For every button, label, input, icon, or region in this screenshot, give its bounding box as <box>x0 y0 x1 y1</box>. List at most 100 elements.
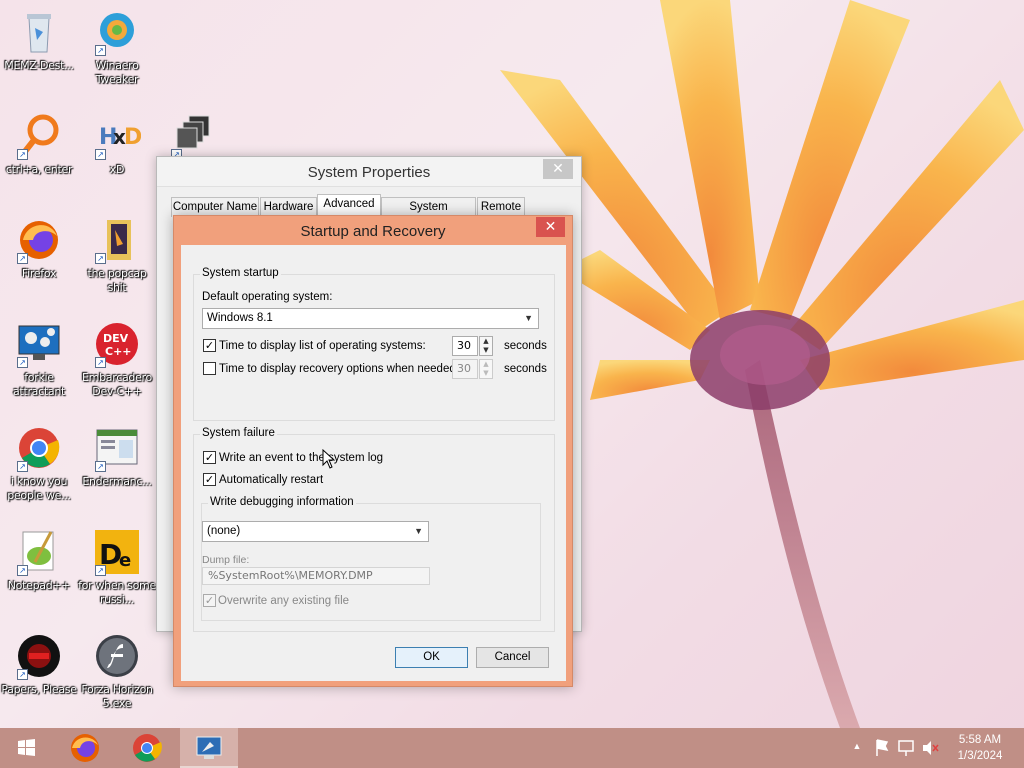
system-properties-close-button[interactable]: ✕ <box>543 159 573 179</box>
display-list-spinner[interactable]: ▲ ▼ <box>479 336 493 356</box>
display-list-checkbox[interactable]: ✓ <box>203 339 216 352</box>
system-failure-group: System failure ✓ Write an event to the s… <box>193 427 555 632</box>
display-recovery-spinner[interactable]: ▲ ▼ <box>479 359 493 379</box>
folder-icon: ↗ <box>93 216 141 264</box>
clock[interactable]: 5:58 AM 1/3/2024 <box>948 728 1012 768</box>
desktop-icon-label: ctrl+a, enter <box>5 163 73 176</box>
shortcut-arrow-icon: ↗ <box>17 461 28 472</box>
shortcut-arrow-icon: ↗ <box>95 357 106 368</box>
desktop-icon-label: Endermanc... <box>82 475 152 488</box>
windows-logo-icon <box>18 739 35 756</box>
desktop-icon-notepadpp[interactable]: ↗ Notepad++ <box>0 528 78 593</box>
firefox-icon <box>71 734 99 762</box>
display-recovery-seconds-label: seconds <box>504 363 547 375</box>
ok-button[interactable]: OK <box>395 647 468 668</box>
write-event-checkbox[interactable]: ✓ <box>203 451 216 464</box>
system-startup-label: System startup <box>200 267 281 279</box>
desktop-icon-papers-please[interactable]: ↗ Papers, Please <box>0 632 78 697</box>
desktop-icon-label: i know you people we... <box>7 475 71 502</box>
desktop-icon-forkie[interactable]: ↗ forkie attractant <box>0 320 78 399</box>
notepadpp-icon: ↗ <box>15 528 63 576</box>
dump-file-input[interactable]: %SystemRoot%\MEMORY.DMP <box>202 567 430 585</box>
shortcut-arrow-icon: ↗ <box>95 253 106 264</box>
overwrite-checkbox[interactable]: ✓ <box>203 594 216 607</box>
taskbar-firefox[interactable] <box>60 728 110 768</box>
startup-recovery-client: System startup Default operating system:… <box>181 245 566 681</box>
tab-system-protection[interactable]: System Protection <box>381 197 476 231</box>
action-center-flag-icon[interactable] <box>872 728 892 768</box>
desktop-icon-hxd[interactable]: HxD ↗ xD <box>78 112 156 177</box>
desktop-icon-label: Firefox <box>21 267 57 280</box>
display-recovery-seconds-input[interactable]: 30 <box>452 359 478 379</box>
startup-recovery-close-button[interactable]: ✕ <box>536 217 565 237</box>
chevron-down-icon: ▼ <box>414 526 423 536</box>
tab-hardware[interactable]: Hardware <box>260 197 317 217</box>
network-icon[interactable] <box>896 728 916 768</box>
desktop-icon-endermanch[interactable]: ↗ Endermanc... <box>78 424 156 489</box>
tray-overflow-chevron-icon[interactable]: ▲ <box>850 728 864 768</box>
desktop-icon-firefox[interactable]: ↗ Firefox <box>0 216 78 281</box>
shortcut-arrow-icon: ↗ <box>17 669 28 680</box>
startup-recovery-titlebar[interactable]: Startup and Recovery ✕ <box>174 216 572 245</box>
overwrite-label: Overwrite any existing file <box>218 595 350 607</box>
taskbar-chrome[interactable] <box>122 728 172 768</box>
system-startup-group: System startup Default operating system:… <box>193 267 555 421</box>
taskbar-system-properties[interactable] <box>180 728 238 768</box>
desktop-icon-popcap[interactable]: ↗ the popcap shit <box>78 216 156 295</box>
system-failure-label: System failure <box>200 427 277 439</box>
system-properties-title: System Properties <box>307 164 431 181</box>
debug-info-select[interactable]: (none) ▼ <box>202 521 429 542</box>
system-properties-titlebar[interactable]: System Properties ✕ <box>157 157 581 187</box>
debug-info-group: Write debugging information (none) ▼ Dum… <box>201 496 541 621</box>
desktop-icon-chrome[interactable]: ↗ i know you people we... <box>0 424 78 503</box>
desktop-icon-windows-stack[interactable]: ↗ <box>154 112 232 160</box>
desktop-icon-label: Winaero Tweaker <box>95 59 139 86</box>
desktop-icon-recycle-bin[interactable]: MEMZ-Dest... <box>0 8 78 73</box>
cancel-button[interactable]: Cancel <box>476 647 549 668</box>
debug-info-value: (none) <box>207 525 241 537</box>
display-list-seconds-label: seconds <box>504 340 547 352</box>
flash-icon <box>93 632 141 680</box>
shortcut-arrow-icon: ↗ <box>17 565 28 576</box>
svg-text:DEV: DEV <box>103 332 129 345</box>
desktop-icon-label: Papers, Please <box>1 683 77 696</box>
desktop-icon-label: Notepad++ <box>7 579 71 592</box>
dump-file-label: Dump file: <box>202 554 250 566</box>
mouse-cursor-icon <box>322 449 336 469</box>
winaero-icon: ↗ <box>93 8 141 56</box>
desktop-icon-label: xD <box>109 163 125 176</box>
taskbar: ▲ 5:58 AM 1/3/2024 <box>0 728 1024 768</box>
desktop-icon-ctrl-a-enter[interactable]: ↗ ctrl+a, enter <box>0 112 78 177</box>
desktop-icon-label: forkie attractant <box>12 371 66 398</box>
default-os-label: Default operating system: <box>202 291 333 303</box>
shortcut-arrow-icon: ↗ <box>95 461 106 472</box>
tab-remote[interactable]: Remote <box>477 197 525 217</box>
desktop-icon-winaero[interactable]: ↗ Winaero Tweaker <box>78 8 156 87</box>
display-list-seconds-input[interactable]: 30 <box>452 336 478 356</box>
startup-recovery-dialog[interactable]: Startup and Recovery ✕ System startup De… <box>173 215 573 687</box>
recycle-bin-icon <box>15 8 63 56</box>
tab-computer-name[interactable]: Computer Name <box>171 197 259 217</box>
debug-info-label: Write debugging information <box>208 496 356 508</box>
desktop-icon-forza[interactable]: Forza Horizon 5.exe <box>78 632 156 711</box>
devcpp-icon: DEV C++ ↗ <box>93 320 141 368</box>
system-properties-icon <box>196 736 222 759</box>
chrome-icon <box>133 734 162 762</box>
start-button[interactable] <box>0 728 52 768</box>
desktop-icon-devcpp[interactable]: DEV C++ ↗ Embarcadero Dev-C++ <box>78 320 156 399</box>
default-os-select[interactable]: Windows 8.1 ▼ <box>202 308 539 329</box>
desktop-icon-label: the popcap shit <box>87 267 147 294</box>
volume-muted-icon[interactable] <box>920 728 940 768</box>
tab-advanced[interactable]: Advanced <box>317 194 381 217</box>
window-app-icon: ↗ <box>93 424 141 472</box>
shortcut-arrow-icon: ↗ <box>95 149 106 160</box>
svg-text:C++: C++ <box>105 345 132 358</box>
display-recovery-checkbox[interactable] <box>203 362 216 375</box>
shortcut-arrow-icon: ↗ <box>17 149 28 160</box>
desktop-icon-label: Forza Horizon 5.exe <box>81 683 153 710</box>
chrome-icon: ↗ <box>15 424 63 472</box>
shortcut-arrow-icon: ↗ <box>95 45 106 56</box>
desktop-icon-de[interactable]: De ↗ for when some russi... <box>78 528 156 607</box>
auto-restart-checkbox[interactable]: ✓ <box>203 473 216 486</box>
stacked-windows-icon: ↗ <box>169 112 217 160</box>
